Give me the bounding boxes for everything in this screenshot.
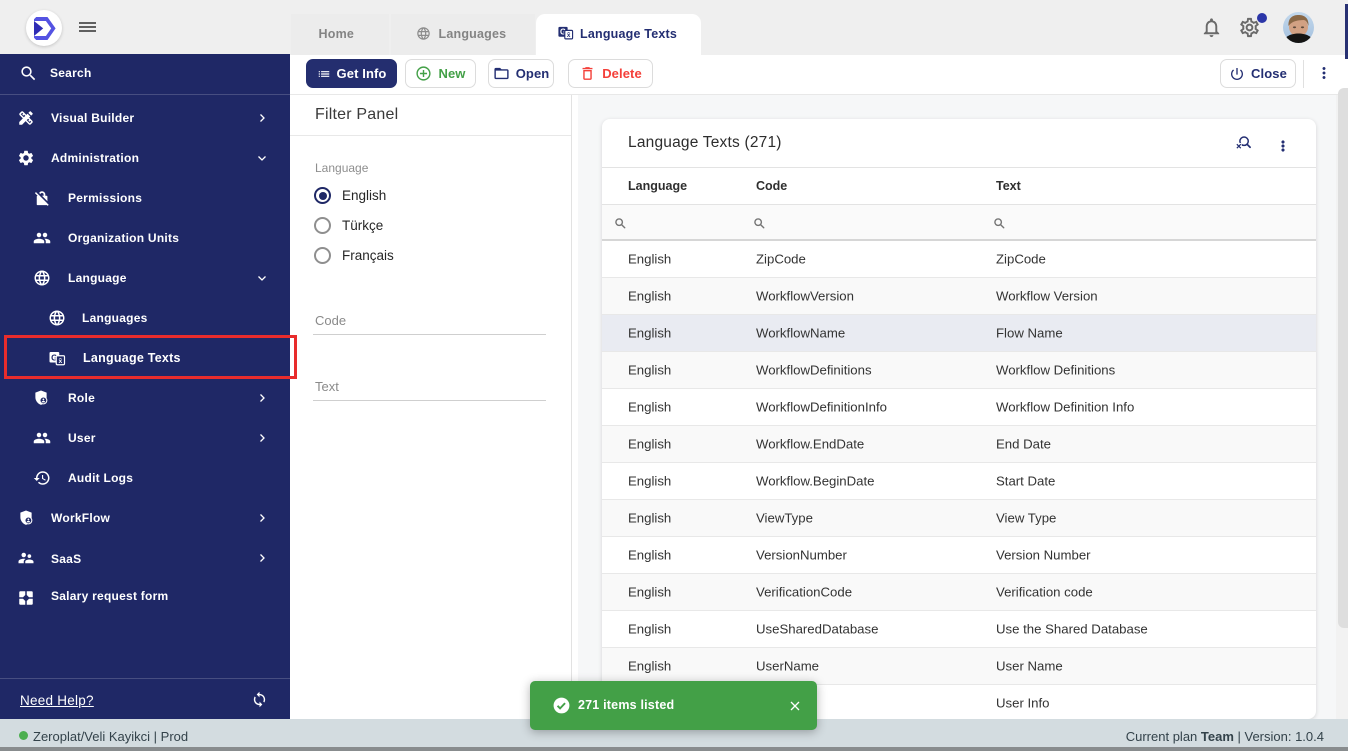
svg-text:x̂: x̂ — [567, 31, 571, 39]
